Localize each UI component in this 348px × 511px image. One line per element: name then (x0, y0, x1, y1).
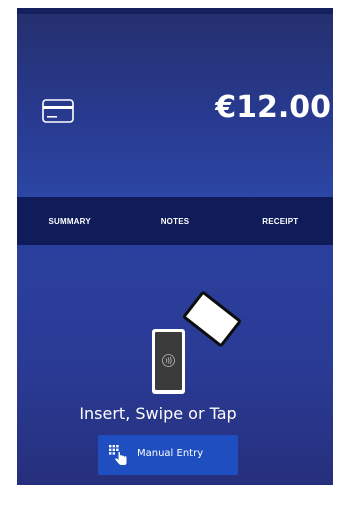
manual-entry-label: Manual Entry (137, 448, 204, 459)
keypad-hand-icon (109, 445, 127, 465)
payment-amount: €12.00 (215, 90, 331, 125)
phone-graphic (152, 329, 185, 394)
contactless-icon (162, 354, 175, 367)
tab-bar: SUMMARY NOTES RECEIPT (17, 197, 333, 245)
payment-prompt: Insert, Swipe or Tap (79, 404, 237, 423)
tab-notes[interactable]: NOTES (122, 217, 227, 226)
manual-entry-button[interactable]: Manual Entry (98, 435, 238, 475)
tab-summary[interactable]: SUMMARY (17, 217, 122, 226)
credit-card-icon (42, 99, 74, 123)
phone-screen (155, 332, 182, 390)
amount-header: €12.00 (17, 14, 333, 197)
tab-receipt[interactable]: RECEIPT (228, 217, 333, 226)
